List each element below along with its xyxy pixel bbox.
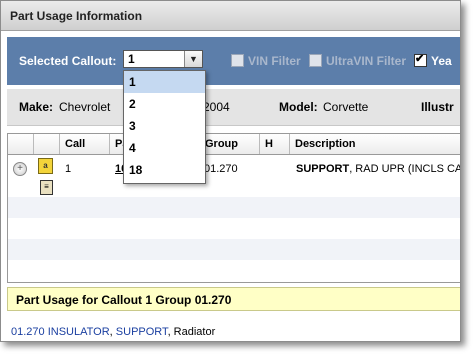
scroll-document-icon[interactable]: ≡ xyxy=(40,180,53,195)
ultravin-filter-checkbox[interactable] xyxy=(309,54,322,67)
part-usage-window: Part Usage Information Selected Callout:… xyxy=(0,0,461,342)
year-filter-label: Yea xyxy=(431,54,452,68)
make-label: Make: xyxy=(19,100,54,114)
callout-option[interactable]: 3 xyxy=(124,115,205,137)
make-value: Chevrolet xyxy=(59,100,111,114)
parts-separator: , xyxy=(109,326,113,338)
table-row-empty xyxy=(8,197,460,218)
col-expand xyxy=(8,134,34,154)
parts-line: 01.270 INSULATOR, SUPPORT, Radiator xyxy=(11,326,215,338)
expand-circle-icon[interactable]: + xyxy=(13,162,27,176)
table-row[interactable]: + a ≡ 1 10 01.270 SUPPORT, RAD UPR (INCL… xyxy=(8,155,460,197)
row-group: 01.270 xyxy=(204,163,238,175)
callout-option[interactable]: 4 xyxy=(124,137,205,159)
parts-line-rest: , Radiator xyxy=(167,326,216,338)
insulator-link[interactable]: INSULATOR xyxy=(48,326,110,338)
vin-filter-label: VIN Filter xyxy=(248,54,301,68)
col-description-header[interactable]: Description xyxy=(290,134,460,154)
support-link[interactable]: SUPPORT xyxy=(116,326,168,338)
model-label: Model: xyxy=(279,100,318,114)
row-call: 1 xyxy=(65,163,72,175)
part-usage-footer: Part Usage for Callout 1 Group 01.270 xyxy=(7,287,460,311)
ultravin-filter-label: UltraVIN Filter xyxy=(326,54,407,68)
vin-filter-checkbox[interactable] xyxy=(231,54,244,67)
callout-label: Selected Callout: xyxy=(19,54,117,68)
info-note-icon[interactable]: a xyxy=(38,158,53,174)
callout-dropdown-list: 1 2 3 4 18 xyxy=(123,70,206,184)
year-value: 2004 xyxy=(203,100,230,114)
window-title: Part Usage Information xyxy=(1,1,460,31)
vehicle-info-bar: Make: Chevrolet 2004 Model: Corvette Ill… xyxy=(7,89,460,126)
year-filter-checkbox[interactable] xyxy=(414,52,427,67)
grid-header: Call Pa Group H Description xyxy=(8,134,460,155)
chevron-down-icon[interactable]: ▼ xyxy=(184,51,202,67)
col-group-header[interactable]: Group xyxy=(200,134,260,154)
col-call-header[interactable]: Call xyxy=(60,134,110,154)
callout-option[interactable]: 18 xyxy=(124,159,205,181)
callout-option[interactable]: 2 xyxy=(124,93,205,115)
col-h-header[interactable]: H xyxy=(260,134,290,154)
callout-select[interactable]: 1 ▼ xyxy=(123,50,203,68)
table-row-empty xyxy=(8,239,460,260)
illustration-label: Illustr xyxy=(421,100,454,114)
row-description: , RAD UPR (INCLS CAU xyxy=(349,163,461,175)
model-value: Corvette xyxy=(323,100,369,114)
parts-grid: Call Pa Group H Description + a ≡ 1 10 0… xyxy=(7,133,460,283)
col-icons xyxy=(34,134,60,154)
callout-select-value: 1 xyxy=(128,52,135,66)
group-link[interactable]: 01.270 xyxy=(11,326,45,338)
callout-option[interactable]: 1 xyxy=(124,71,205,93)
toolbar: Selected Callout: 1 ▼ VIN Filter UltraVI… xyxy=(7,37,460,85)
row-description-bold: SUPPORT xyxy=(296,163,350,175)
table-row-empty xyxy=(8,218,460,239)
